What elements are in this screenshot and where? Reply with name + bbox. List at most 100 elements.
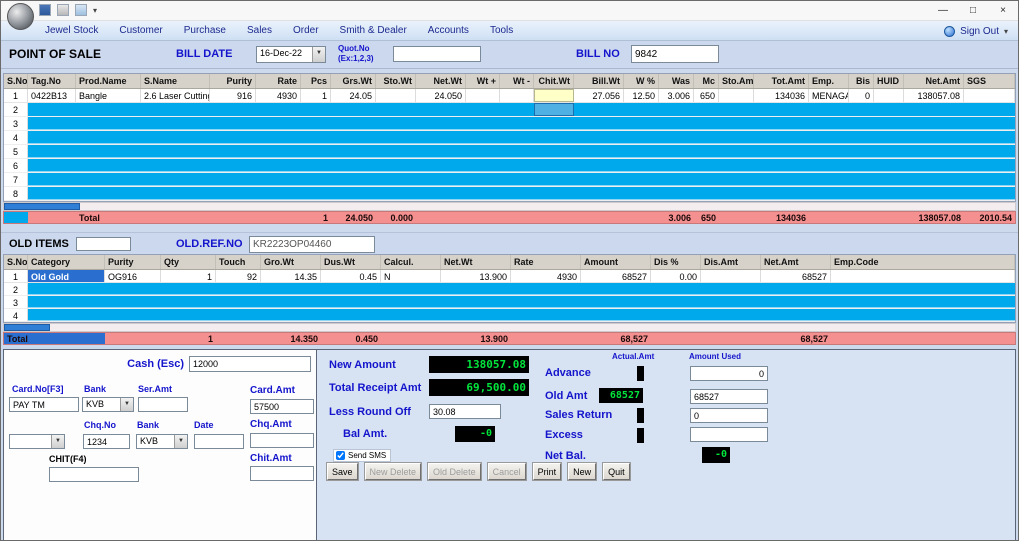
chq-amt-input[interactable]	[250, 433, 314, 448]
sign-out-caret-icon[interactable]: ▾	[1004, 27, 1008, 36]
quit-button[interactable]: Quit	[603, 463, 630, 480]
chit-input[interactable]	[49, 467, 139, 482]
cell-disamt[interactable]	[701, 270, 761, 282]
chevron-down-icon[interactable]: ▼	[312, 47, 325, 62]
cell-touch[interactable]: 92	[216, 270, 261, 282]
cell-grswt[interactable]: 24.05	[331, 89, 376, 102]
cell-duswt[interactable]: 0.45	[321, 270, 381, 282]
chq-date-input[interactable]	[194, 434, 244, 449]
card-amt-input[interactable]	[250, 399, 314, 414]
sales-return-used-input[interactable]	[690, 408, 768, 423]
cell-wtplus[interactable]	[466, 89, 500, 102]
cancel-button[interactable]: Cancel	[488, 463, 526, 480]
advance-used-input[interactable]	[690, 366, 768, 381]
minimize-button[interactable]: —	[928, 1, 958, 21]
scrollbar-thumb[interactable]	[4, 324, 50, 331]
menu-sales[interactable]: Sales	[247, 25, 272, 36]
old-ref-no-input[interactable]	[249, 236, 375, 253]
old-amt-used-input[interactable]	[690, 389, 768, 404]
cell-bis[interactable]: 0	[849, 89, 874, 102]
cell-tagno[interactable]: 0422B13	[28, 89, 76, 102]
save-icon[interactable]	[39, 4, 51, 16]
chevron-down-icon[interactable]: ▼	[51, 435, 64, 448]
ser-amt-input[interactable]	[138, 397, 188, 412]
cell-sgs[interactable]	[964, 89, 1015, 102]
card-bank-select[interactable]: KVB ▼	[82, 397, 134, 412]
cell-prodname[interactable]: Bangle	[76, 89, 141, 102]
cell-qty[interactable]: 1	[161, 270, 216, 282]
old-hscrollbar[interactable]	[3, 323, 1016, 332]
excess-used-input[interactable]	[690, 427, 768, 442]
cell-netamt[interactable]: 68527	[761, 270, 831, 282]
chevron-down-icon[interactable]: ▼	[120, 398, 133, 411]
quot-no-input[interactable]	[393, 46, 481, 62]
cash-input[interactable]	[189, 356, 311, 372]
print-icon[interactable]	[57, 4, 69, 16]
cell-emp[interactable]: MENAGA	[809, 89, 849, 102]
sales-hscrollbar[interactable]	[3, 202, 1016, 211]
cell-netwt[interactable]: 13.900	[441, 270, 511, 282]
bill-no-input[interactable]	[631, 45, 719, 63]
new-button[interactable]: New	[568, 463, 596, 480]
chq-no-input[interactable]	[83, 434, 130, 449]
old-items-input[interactable]	[76, 237, 131, 251]
cell-rate[interactable]: 4930	[511, 270, 581, 282]
cell-wpct[interactable]: 12.50	[624, 89, 659, 102]
cell-growt[interactable]: 14.35	[261, 270, 321, 282]
cell-mc[interactable]: 650	[694, 89, 719, 102]
sign-out-link[interactable]: Sign Out	[960, 26, 999, 37]
menu-accounts[interactable]: Accounts	[428, 25, 469, 36]
cell-calcul[interactable]: N	[381, 270, 441, 282]
send-sms-checkbox[interactable]	[336, 451, 345, 460]
cell-purity[interactable]: 916	[210, 89, 256, 102]
menu-order[interactable]: Order	[293, 25, 319, 36]
cell-sno[interactable]: 1	[4, 270, 28, 282]
old-table-header: S.No Category Purity Qty Touch Gro.Wt Du…	[4, 255, 1015, 270]
cell-huid[interactable]	[874, 89, 904, 102]
cell-sno[interactable]: 1	[4, 89, 28, 102]
cell-category-selected[interactable]: Old Gold	[28, 270, 105, 282]
print-button[interactable]: Print	[533, 463, 562, 480]
scrollbar-thumb[interactable]	[4, 203, 80, 210]
bill-date-select[interactable]: 16-Dec-22 ▼	[256, 46, 326, 63]
old-items-label: OLD ITEMS	[9, 238, 69, 250]
maximize-button[interactable]: □	[958, 1, 988, 21]
export-icon[interactable]	[75, 4, 87, 16]
cell-purity[interactable]: OG916	[105, 270, 161, 282]
menu-jewel-stock[interactable]: Jewel Stock	[45, 25, 98, 36]
cell-netwt[interactable]: 24.050	[416, 89, 466, 102]
chevron-down-icon[interactable]: ▼	[174, 435, 187, 448]
chq-type-select[interactable]: ▼	[9, 434, 65, 449]
new-delete-button[interactable]: New Delete	[365, 463, 422, 480]
old-delete-button[interactable]: Old Delete	[428, 463, 481, 480]
cell-rate[interactable]: 4930	[256, 89, 301, 102]
cell-billwt[interactable]: 27.056	[574, 89, 624, 102]
save-button[interactable]: Save	[327, 463, 358, 480]
cell-totamt[interactable]: 134036	[754, 89, 809, 102]
toolbar-caret-icon[interactable]: ▾	[93, 6, 97, 15]
focused-cell[interactable]	[534, 103, 574, 116]
cell-amount[interactable]: 68527	[581, 270, 651, 282]
send-sms-label: Send SMS	[348, 451, 386, 460]
cell-sname[interactable]: 2.6 Laser Cutting B	[141, 89, 210, 102]
cell-chitwt[interactable]	[534, 89, 574, 102]
menu-customer[interactable]: Customer	[119, 25, 162, 36]
cell-wtminus[interactable]	[500, 89, 534, 102]
less-round-off-input[interactable]	[429, 404, 501, 419]
chq-bank-select[interactable]: KVB ▼	[136, 434, 188, 449]
empty-row-fill	[28, 173, 1015, 186]
chit-amt-input[interactable]	[250, 466, 314, 481]
cell-stoam[interactable]	[719, 89, 754, 102]
menu-purchase[interactable]: Purchase	[184, 25, 226, 36]
cell-dispct[interactable]: 0.00	[651, 270, 701, 282]
close-button[interactable]: ×	[988, 1, 1018, 21]
row-number: 3	[4, 296, 28, 308]
card-no-input[interactable]	[9, 397, 79, 412]
cell-stowt[interactable]	[376, 89, 416, 102]
menu-tools[interactable]: Tools	[490, 25, 513, 36]
menu-smith-dealer[interactable]: Smith & Dealer	[340, 25, 407, 36]
cell-netamt[interactable]: 138057.08	[904, 89, 964, 102]
cell-pcs[interactable]: 1	[301, 89, 331, 102]
cell-was[interactable]: 3.006	[659, 89, 694, 102]
cell-empcode[interactable]	[831, 270, 1015, 282]
